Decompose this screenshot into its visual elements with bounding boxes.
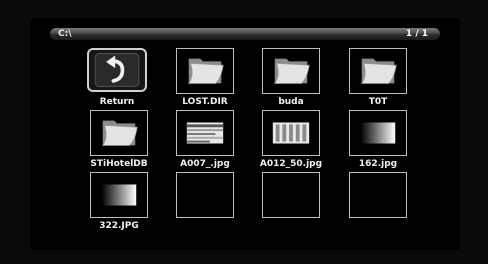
- folder-icon: [187, 58, 224, 84]
- tile-empty: [262, 172, 320, 218]
- tile-image-a007[interactable]: [176, 110, 234, 156]
- tile-label-a007: A007_.jpg: [180, 159, 230, 169]
- folder-icon: [360, 58, 397, 84]
- tile-label-tot: T0T: [368, 97, 388, 107]
- tile-label-322: 322.JPG: [99, 221, 139, 231]
- tile-image-162[interactable]: [349, 110, 407, 156]
- media-browser-screen: C:\ 1 / 1 Return LOST.DIR buda T0T STiHo…: [0, 0, 488, 264]
- tile-label-return: Return: [99, 97, 135, 107]
- image-thumbnail-icon: [360, 122, 396, 144]
- image-thumbnail-icon: [272, 122, 310, 144]
- tile-label-162: 162.jpg: [358, 159, 398, 169]
- tile-label-a012: A012_50.jpg: [259, 159, 323, 169]
- tile-folder-tot[interactable]: [349, 48, 407, 94]
- return-arrow-icon: [94, 53, 140, 87]
- tile-image-322[interactable]: [90, 172, 148, 218]
- page-indicator: 1 / 1: [405, 29, 428, 39]
- image-thumbnail-icon: [101, 184, 137, 206]
- tile-folder-stihoteldb[interactable]: [90, 110, 148, 156]
- tile-empty: [176, 172, 234, 218]
- folder-icon: [101, 120, 138, 146]
- tile-return[interactable]: [87, 48, 147, 92]
- current-path: C:\: [58, 29, 72, 39]
- tile-image-a012[interactable]: [262, 110, 320, 156]
- tile-label-buda: buda: [278, 97, 304, 107]
- image-thumbnail-icon: [186, 122, 224, 144]
- tile-empty: [349, 172, 407, 218]
- folder-icon: [273, 58, 310, 84]
- tile-label-lost-dir: LOST.DIR: [182, 97, 228, 107]
- tile-folder-lost-dir[interactable]: [176, 48, 234, 94]
- path-bar: C:\ 1 / 1: [50, 28, 440, 40]
- tile-folder-buda[interactable]: [262, 48, 320, 94]
- tile-label-stihoteldb: STiHotelDB: [90, 159, 148, 169]
